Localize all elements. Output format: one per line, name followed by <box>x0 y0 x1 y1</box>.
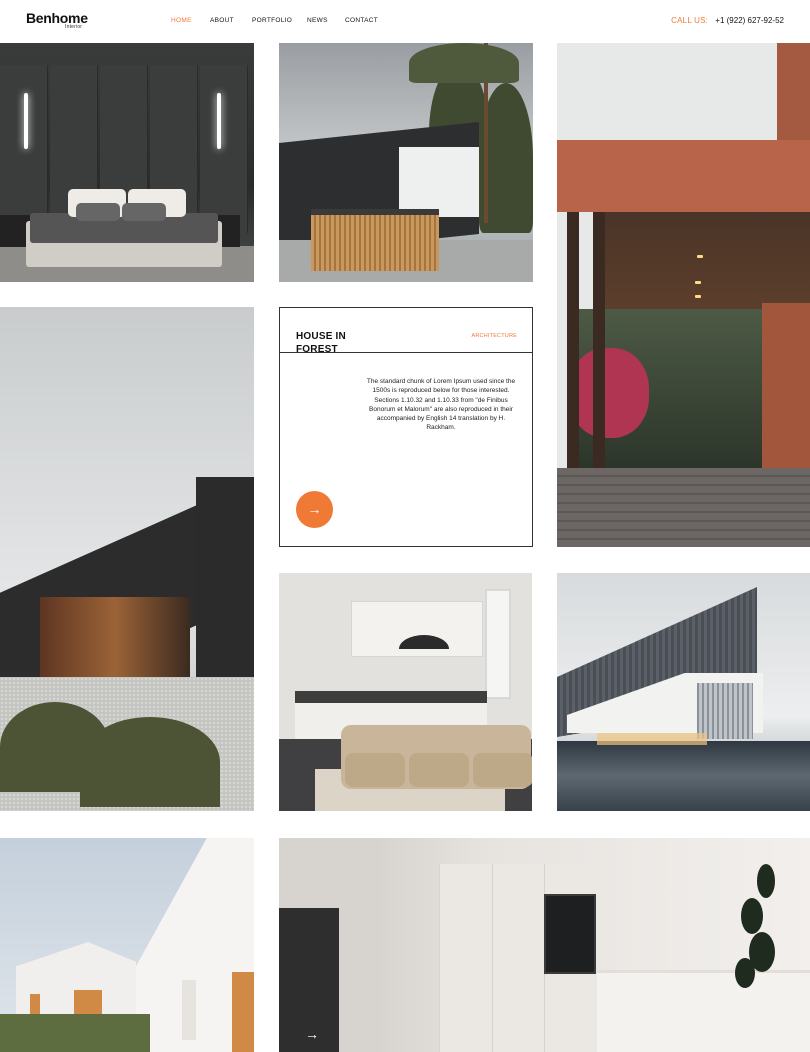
cactus-plant <box>741 898 763 934</box>
card-category[interactable]: ARCHITECTURE <box>472 333 517 339</box>
divider <box>280 352 532 353</box>
roof-soffit <box>593 212 810 309</box>
tower <box>777 43 810 153</box>
pillow <box>76 203 120 221</box>
gallery-image-bedroom[interactable] <box>0 43 254 282</box>
wooden-block <box>311 215 439 271</box>
project-card: HOUSE IN FOREST ARCHITECTURE The standar… <box>279 307 533 547</box>
logo-tagline: Interior <box>65 24 83 30</box>
wall-panel <box>200 65 248 233</box>
tree-canopy <box>409 43 519 83</box>
nav-home[interactable]: HOME <box>171 17 210 24</box>
counter <box>597 970 810 1052</box>
call-us[interactable]: CALL US: +1 (922) 627-92-52 <box>671 16 784 25</box>
ceiling-light <box>697 255 703 258</box>
wall-panel <box>0 65 48 233</box>
card-open-button[interactable]: → <box>296 491 333 528</box>
gallery-image-kitchen[interactable] <box>279 573 532 811</box>
cactus-plant <box>735 958 755 988</box>
site-header: Benhome Interior HOME ABOUT PORTFOLIO NE… <box>0 0 810 43</box>
light-reflection <box>597 733 707 745</box>
glass-facade <box>40 597 190 677</box>
sofa-cushion <box>345 753 405 787</box>
roof <box>557 140 810 212</box>
logo[interactable]: Benhome Interior <box>26 10 88 30</box>
sofa-cushion <box>473 753 532 787</box>
ceiling-light <box>695 295 701 298</box>
window <box>232 972 254 1052</box>
paving <box>557 468 810 547</box>
nav-portfolio[interactable]: PORTFOLIO <box>252 17 307 24</box>
window <box>485 589 511 699</box>
gallery-image-interior[interactable]: → <box>279 838 810 1052</box>
gallery-image-white-house[interactable] <box>0 838 254 1052</box>
blossom-tree <box>569 348 649 438</box>
call-us-label: CALL US: <box>671 16 709 25</box>
glass-corner <box>697 683 753 739</box>
card-description: The standard chunk of Lorem Ipsum used s… <box>366 378 516 432</box>
logo-name: Benhome <box>26 10 88 26</box>
house-white-wing <box>399 147 479 217</box>
cactus-plant <box>757 864 775 898</box>
wall-lamp <box>24 93 28 149</box>
side-wall <box>762 303 810 473</box>
grass <box>80 717 220 807</box>
roof-garden <box>0 1014 150 1052</box>
ceiling-light <box>695 281 701 284</box>
countertop <box>295 691 487 703</box>
column <box>567 212 579 468</box>
sofa-cushion <box>409 753 469 787</box>
gallery-image-forest-house[interactable] <box>279 43 533 282</box>
arrow-right-icon: → <box>307 501 322 517</box>
gallery-image-modern-building[interactable] <box>557 573 810 811</box>
nav-news[interactable]: NEWS <box>307 17 345 24</box>
main-nav: HOME ABOUT PORTFOLIO NEWS CONTACT <box>171 17 378 24</box>
built-in-oven <box>544 894 596 974</box>
pillow <box>122 203 166 221</box>
column <box>593 212 605 468</box>
water-reflection <box>557 741 810 811</box>
arrow-right-icon: → <box>305 1026 319 1042</box>
phone-number[interactable]: +1 (922) 627-92-52 <box>715 16 784 25</box>
interior-next-button[interactable]: → <box>305 1026 319 1042</box>
cabinet-seam <box>492 864 493 1052</box>
window <box>30 994 40 1016</box>
wall-lamp <box>217 93 221 149</box>
nav-contact[interactable]: CONTACT <box>345 17 378 24</box>
gallery-image-concrete-house[interactable] <box>0 307 254 811</box>
nav-about[interactable]: ABOUT <box>210 17 252 24</box>
window <box>182 980 196 1040</box>
gallery-image-terracotta-porch[interactable] <box>557 43 810 547</box>
